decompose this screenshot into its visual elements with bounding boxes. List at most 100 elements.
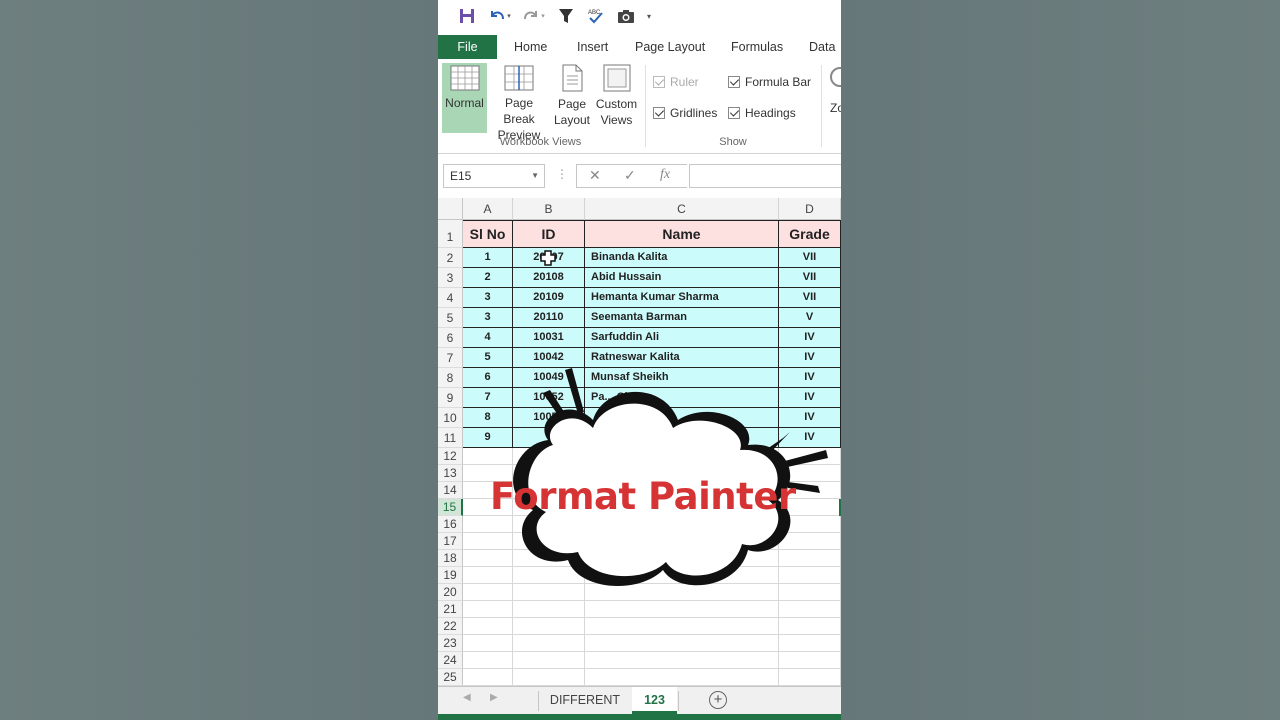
header-cell[interactable]: Sl No [463,220,513,248]
row-header-11[interactable]: 11 [438,428,463,448]
data-cell[interactable]: 3 [463,308,513,328]
custom-views-button[interactable]: Custom Views [594,63,639,128]
row-header-23[interactable]: 23 [438,635,463,652]
row-header-15[interactable]: 15 [438,499,463,516]
row-header-4[interactable]: 4 [438,288,463,308]
empty-cell[interactable] [585,448,779,465]
data-cell[interactable]: Sarfuddin Ali [585,328,779,348]
data-cell[interactable]: 10053 [513,408,585,428]
formula-bar-checkbox[interactable]: Formula Bar [728,75,811,89]
gridlines-checkbox[interactable]: Gridlines [653,106,717,120]
row-header-8[interactable]: 8 [438,368,463,388]
row-header-21[interactable]: 21 [438,601,463,618]
page-break-preview-button[interactable]: Page Break Preview [488,63,550,143]
empty-cell[interactable] [779,618,841,635]
scroll-right-icon[interactable]: ▶ [490,692,498,703]
empty-cell[interactable] [779,448,841,465]
empty-cell[interactable] [779,465,841,482]
empty-cell[interactable] [585,550,779,567]
empty-cell[interactable] [463,499,513,516]
empty-cell[interactable] [463,516,513,533]
tab-insert[interactable]: Insert [577,35,608,59]
empty-cell[interactable] [779,669,841,686]
empty-cell[interactable] [513,533,585,550]
data-cell[interactable] [513,428,585,448]
data-cell[interactable]: VII [779,248,841,268]
scroll-left-icon[interactable]: ◀ [463,692,471,703]
cancel-icon[interactable]: ✕ [589,167,601,184]
row-header-24[interactable]: 24 [438,652,463,669]
tab-formulas[interactable]: Formulas [731,35,783,59]
data-cell[interactable]: Binanda Kalita [585,248,779,268]
header-cell[interactable]: ID [513,220,585,248]
filter-icon[interactable] [555,6,577,26]
row-header-2[interactable]: 2 [438,248,463,268]
data-cell[interactable]: 10031 [513,328,585,348]
column-header-c[interactable]: C [585,198,779,220]
empty-cell[interactable] [585,669,779,686]
empty-cell[interactable] [585,601,779,618]
spelling-icon[interactable]: ABC [585,6,607,26]
empty-cell[interactable] [779,652,841,669]
data-cell[interactable]: VII [779,268,841,288]
empty-cell[interactable] [513,584,585,601]
data-cell[interactable]: IV [779,328,841,348]
camera-icon[interactable] [615,6,637,26]
row-header-19[interactable]: 19 [438,567,463,584]
empty-cell[interactable] [585,567,779,584]
empty-cell[interactable] [585,635,779,652]
tab-page-layout[interactable]: Page Layout [635,35,705,59]
data-cell[interactable]: 20108 [513,268,585,288]
empty-cell[interactable] [779,533,841,550]
empty-cell[interactable] [585,652,779,669]
data-cell[interactable]: IV [779,368,841,388]
column-header-d[interactable]: D [779,198,841,220]
empty-cell[interactable] [463,584,513,601]
empty-cell[interactable] [513,635,585,652]
data-cell[interactable]: VII [779,288,841,308]
data-cell[interactable]: 20109 [513,288,585,308]
empty-cell[interactable] [463,533,513,550]
row-header-12[interactable]: 12 [438,448,463,465]
empty-cell[interactable] [463,635,513,652]
empty-cell[interactable] [585,584,779,601]
row-header-10[interactable]: 10 [438,408,463,428]
empty-cell[interactable] [463,669,513,686]
row-header-5[interactable]: 5 [438,308,463,328]
empty-cell[interactable] [513,550,585,567]
data-cell[interactable]: Abid Hussain [585,268,779,288]
data-cell[interactable]: 20110 [513,308,585,328]
row-header-13[interactable]: 13 [438,465,463,482]
empty-cell[interactable] [463,465,513,482]
empty-cell[interactable] [779,482,841,499]
data-cell[interactable]: 2 [463,268,513,288]
empty-cell[interactable] [513,669,585,686]
tab-home[interactable]: Home [514,35,547,59]
data-cell[interactable]: 1 [463,248,513,268]
row-header-9[interactable]: 9 [438,388,463,408]
tab-data[interactable]: Data [809,35,835,59]
row-header-20[interactable]: 20 [438,584,463,601]
data-cell[interactable]: Munsaf Sheikh [585,368,779,388]
empty-cell[interactable] [779,516,841,533]
save-icon[interactable] [456,6,478,26]
data-cell[interactable]: IV [779,348,841,368]
data-cell[interactable]: IV [779,408,841,428]
customize-qat-icon[interactable]: ▾ [644,6,654,26]
empty-cell[interactable] [463,567,513,584]
row-header-7[interactable]: 7 [438,348,463,368]
tab-file[interactable]: File [438,35,497,59]
empty-cell[interactable] [513,618,585,635]
data-cell[interactable]: 10042 [513,348,585,368]
insert-function-icon[interactable]: fx [660,167,670,183]
empty-cell[interactable] [513,516,585,533]
headings-checkbox[interactable]: Headings [728,106,796,120]
row-header-22[interactable]: 22 [438,618,463,635]
data-cell[interactable]: 10052 [513,388,585,408]
empty-cell[interactable] [463,448,513,465]
empty-cell[interactable] [779,601,841,618]
data-cell[interactable]: IV [779,428,841,448]
formula-input[interactable] [689,164,841,188]
row-header-3[interactable]: 3 [438,268,463,288]
sheet-tab-different[interactable]: DIFFERENT [541,687,629,714]
